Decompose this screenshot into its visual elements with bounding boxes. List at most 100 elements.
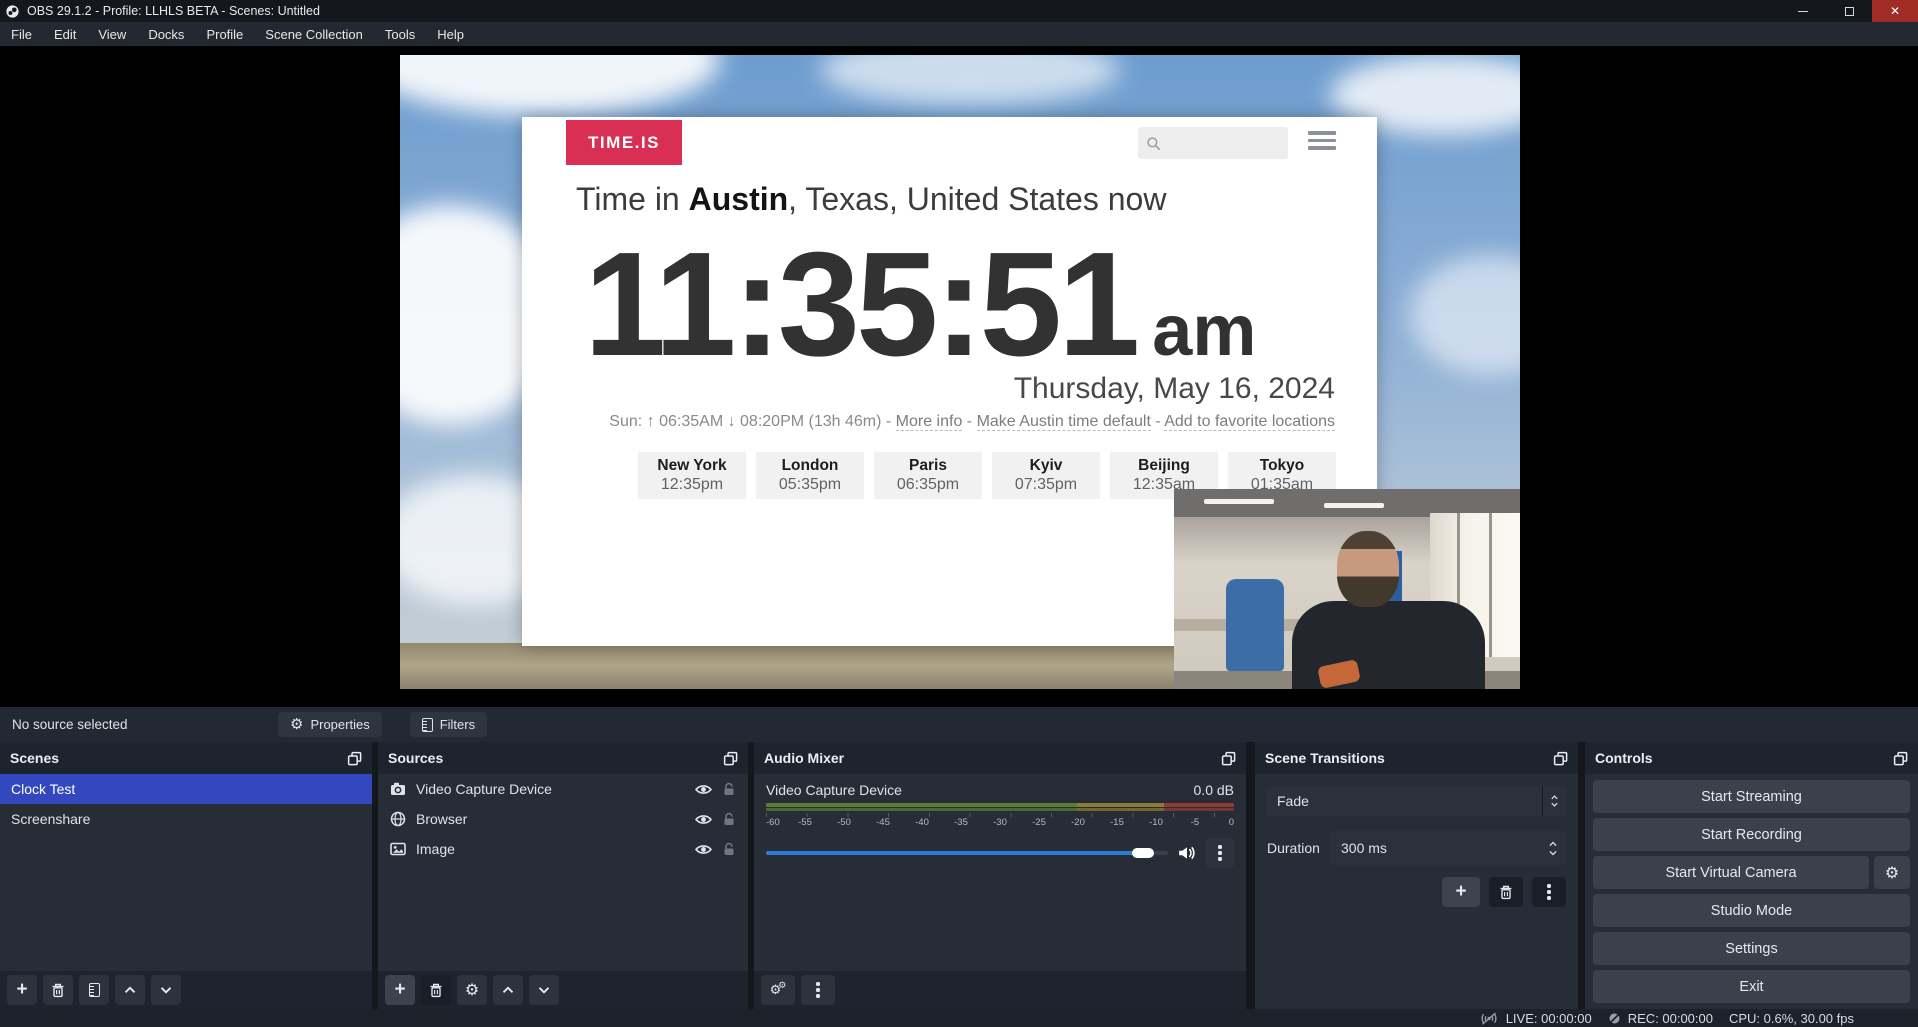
mixer-toolbar: ⚙⚙ xyxy=(754,971,1246,1009)
transition-select[interactable]: Fade xyxy=(1267,786,1566,816)
minimize-button[interactable] xyxy=(1780,0,1826,22)
live-status: LIVE: 00:00:00 xyxy=(1479,1011,1592,1026)
eye-icon[interactable] xyxy=(695,843,712,856)
duration-spinner[interactable] xyxy=(1540,840,1566,857)
mixer-channel-name: Video Capture Device xyxy=(766,782,902,798)
exit-button[interactable]: Exit xyxy=(1593,970,1910,1003)
remove-source-button[interactable] xyxy=(421,975,451,1005)
scene-item-clock-test[interactable]: Clock Test xyxy=(0,774,372,804)
duration-label: Duration xyxy=(1267,840,1329,856)
window-controls: ✕ xyxy=(1780,0,1918,22)
scene-filters-button[interactable] xyxy=(79,975,109,1005)
duration-spinbox[interactable]: 300 ms xyxy=(1329,831,1566,865)
popout-icon[interactable] xyxy=(1553,751,1568,766)
studio-mode-button[interactable]: Studio Mode xyxy=(1593,894,1910,927)
eye-icon[interactable] xyxy=(695,783,712,796)
sources-title: Sources xyxy=(388,750,443,766)
camera-icon xyxy=(390,782,406,796)
scenes-toolbar: + xyxy=(0,971,372,1009)
meter-scale: -60 -55 -50 -45 -40 -35 -30 -25 -20 -15 … xyxy=(766,813,1234,829)
menu-scene-collection[interactable]: Scene Collection xyxy=(254,24,374,45)
volume-slider[interactable] xyxy=(766,851,1168,855)
start-streaming-button[interactable]: Start Streaming xyxy=(1593,780,1910,813)
clock-digits: 11:35:51 xyxy=(584,227,1136,382)
plus-icon: + xyxy=(1455,882,1466,903)
virtual-camera-settings-button[interactable]: ⚙ xyxy=(1874,856,1910,889)
source-row-image[interactable]: Image xyxy=(378,834,748,864)
sources-toolbar: + ⚙ xyxy=(378,971,748,1009)
add-source-button[interactable]: + xyxy=(385,975,415,1005)
advanced-audio-button[interactable]: ⚙⚙ xyxy=(761,975,795,1005)
obs-window: OBS 29.1.2 - Profile: LLHLS BETA - Scene… xyxy=(0,0,1918,1027)
make-default-link: Make Austin time default xyxy=(977,413,1151,431)
popout-icon[interactable] xyxy=(723,751,738,766)
mixer-channel-menu-button[interactable] xyxy=(1206,838,1234,868)
preview-area: TIME.IS Time in Austin, Texas, United St… xyxy=(0,46,1918,707)
lock-icon[interactable] xyxy=(722,842,736,856)
filter-icon xyxy=(422,718,433,732)
menu-tools[interactable]: Tools xyxy=(374,24,426,45)
cloud xyxy=(1410,255,1520,375)
volume-slider-handle[interactable] xyxy=(1132,848,1154,858)
image-icon xyxy=(390,842,406,856)
move-source-up-button[interactable] xyxy=(493,975,523,1005)
broadcast-off-icon xyxy=(1479,1012,1499,1025)
cpu-status: CPU: 0.6%, 30.00 fps xyxy=(1729,1011,1854,1026)
chevron-down-icon xyxy=(1548,850,1558,857)
plus-icon: + xyxy=(394,980,405,1001)
properties-button[interactable]: ⚙ Properties xyxy=(278,712,382,737)
settings-button[interactable]: Settings xyxy=(1593,932,1910,965)
cloud xyxy=(820,55,1120,105)
menu-help[interactable]: Help xyxy=(426,24,475,45)
add-scene-button[interactable]: + xyxy=(7,975,37,1005)
maximize-button[interactable] xyxy=(1826,0,1872,22)
eye-icon[interactable] xyxy=(695,813,712,826)
popout-icon[interactable] xyxy=(1893,751,1908,766)
move-scene-down-button[interactable] xyxy=(151,975,181,1005)
menu-docks[interactable]: Docks xyxy=(137,24,195,45)
menu-profile[interactable]: Profile xyxy=(195,24,254,45)
preview-canvas[interactable]: TIME.IS Time in Austin, Texas, United St… xyxy=(400,55,1520,689)
trash-icon xyxy=(1499,885,1513,900)
timeis-date-block: Thursday, May 16, 2024 Sun: ↑ 06:35AM ↓ … xyxy=(609,372,1335,431)
scene-item-screenshare[interactable]: Screenshare xyxy=(0,804,372,834)
move-source-down-button[interactable] xyxy=(529,975,559,1005)
select-spinner[interactable] xyxy=(1542,786,1566,816)
start-virtual-camera-button[interactable]: Start Virtual Camera xyxy=(1593,856,1869,889)
lock-icon[interactable] xyxy=(722,782,736,796)
more-info-link: More info xyxy=(896,413,963,431)
popout-icon[interactable] xyxy=(1221,751,1236,766)
popout-icon[interactable] xyxy=(347,751,362,766)
transition-menu-button[interactable] xyxy=(1532,877,1566,907)
menu-view[interactable]: View xyxy=(87,24,137,45)
move-scene-up-button[interactable] xyxy=(115,975,145,1005)
add-transition-button[interactable]: + xyxy=(1442,877,1480,907)
maximize-icon xyxy=(1845,7,1854,16)
dock-area: Scenes Clock Test Screenshare + Sources xyxy=(0,742,1918,1009)
chevron-up-icon xyxy=(501,983,515,997)
minimize-icon xyxy=(1798,11,1808,12)
mixer-menu-button[interactable] xyxy=(801,975,835,1005)
timeis-logo: TIME.IS xyxy=(566,120,682,165)
webcam-chair xyxy=(1226,579,1284,671)
menu-edit[interactable]: Edit xyxy=(43,24,87,45)
lock-icon[interactable] xyxy=(722,812,736,826)
menu-file[interactable]: File xyxy=(0,24,43,45)
source-properties-button[interactable]: ⚙ xyxy=(457,975,487,1005)
scenes-title: Scenes xyxy=(10,750,59,766)
source-row-video-capture[interactable]: Video Capture Device xyxy=(378,774,748,804)
controls-title: Controls xyxy=(1595,750,1653,766)
speaker-icon[interactable] xyxy=(1178,846,1196,860)
close-button[interactable]: ✕ xyxy=(1872,0,1918,22)
cloud xyxy=(400,55,720,115)
start-recording-button[interactable]: Start Recording xyxy=(1593,818,1910,851)
timeis-sun-info: Sun: ↑ 06:35AM ↓ 08:20PM (13h 46m) - Mor… xyxy=(609,413,1335,431)
remove-transition-button[interactable] xyxy=(1489,877,1523,907)
timeis-heading: Time in Austin, Texas, United States now xyxy=(576,181,1166,218)
filters-button[interactable]: Filters xyxy=(410,712,487,737)
scene-transitions-dock: Scene Transitions Fade Duration 300 ms xyxy=(1255,742,1578,1009)
remove-scene-button[interactable] xyxy=(43,975,73,1005)
city-card: London05:35pm xyxy=(756,452,864,499)
source-row-browser[interactable]: Browser xyxy=(378,804,748,834)
kebab-icon xyxy=(1218,851,1221,854)
